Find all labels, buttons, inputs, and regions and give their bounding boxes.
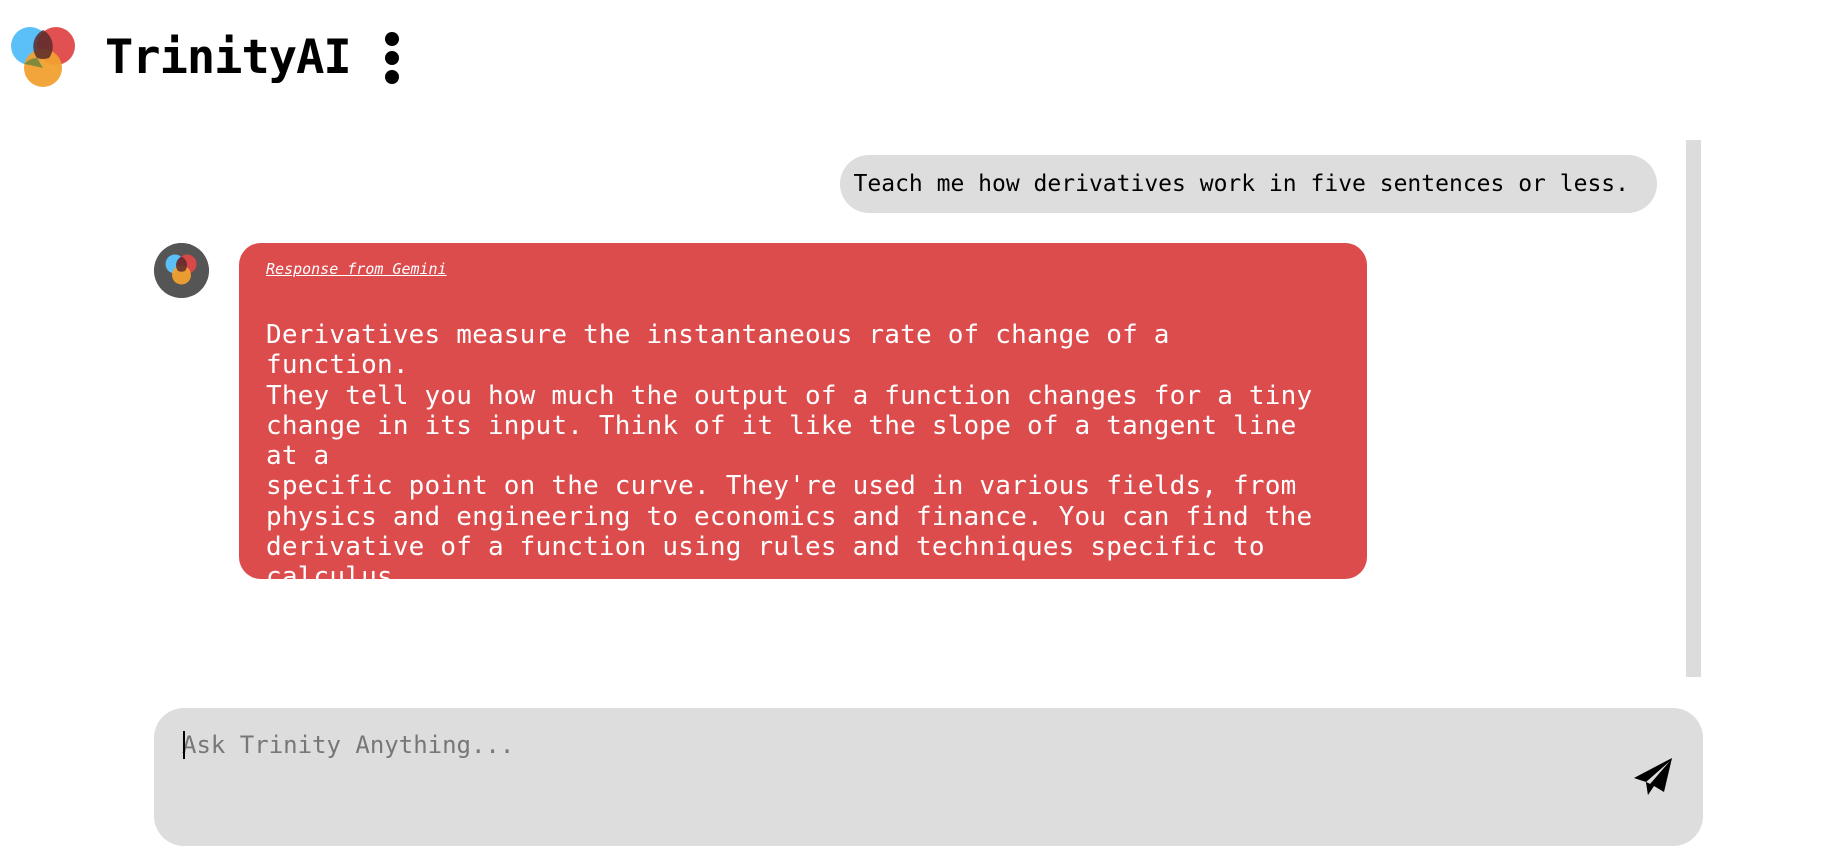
user-message: Teach me how derivatives work in five se… <box>840 155 1657 213</box>
app-header: TrinityAI <box>0 0 1840 110</box>
assistant-message: Response from Gemini Derivatives measure… <box>239 243 1367 592</box>
app-title: TrinityAI <box>105 30 352 85</box>
user-message-text: Teach me how derivatives work in five se… <box>853 171 1629 197</box>
text-caret <box>183 731 185 759</box>
chat-scrollbar[interactable] <box>1686 140 1701 677</box>
vertical-ellipsis-icon[interactable] <box>382 31 402 85</box>
composer <box>154 708 1703 846</box>
paper-plane-icon[interactable] <box>1632 756 1674 798</box>
trinity-avatar-icon <box>154 243 209 298</box>
response-source-link[interactable]: Response from Gemini <box>266 259 447 279</box>
ask-input[interactable] <box>182 720 1602 770</box>
trinity-logo-icon <box>11 27 75 87</box>
assistant-message-text: Derivatives measure the instantaneous ra… <box>266 320 1313 593</box>
